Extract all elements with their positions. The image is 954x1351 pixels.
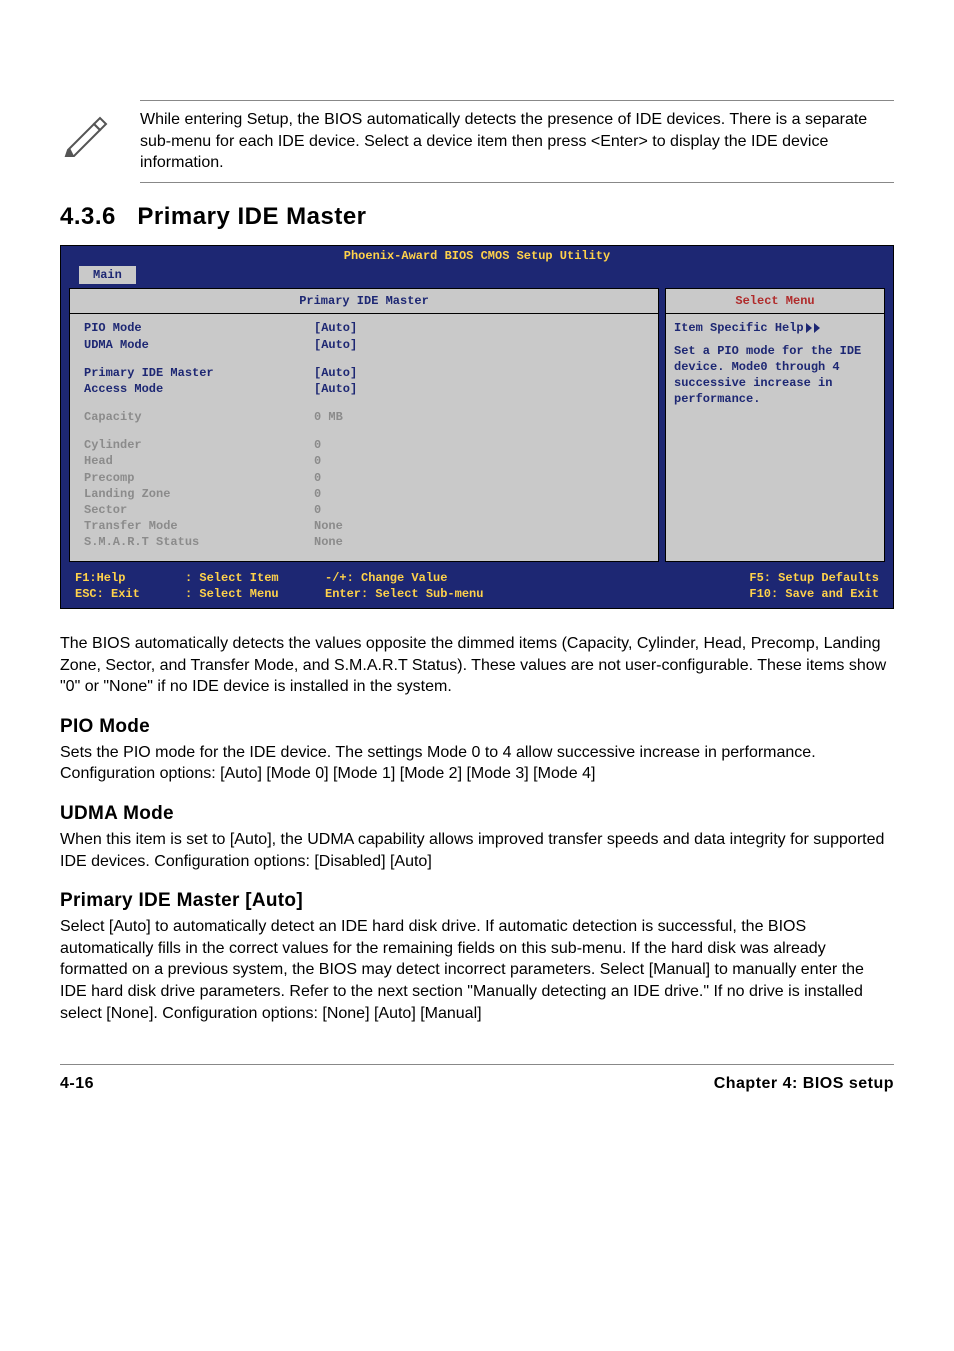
label: Landing Zone	[84, 486, 314, 502]
text-udma-mode: When this item is set to [Auto], the UDM…	[60, 829, 894, 872]
row-cylinder: Cylinder 0	[84, 437, 648, 453]
bios-utility-title: Phoenix-Award BIOS CMOS Setup Utility	[61, 246, 893, 266]
row-capacity: Capacity 0 MB	[84, 409, 648, 425]
row-access-mode[interactable]: Access Mode [Auto]	[84, 381, 648, 397]
footer-esc: ESC: Exit	[75, 586, 185, 602]
section-title: Primary IDE Master	[137, 203, 366, 230]
footer-f5: F5: Setup Defaults	[555, 570, 879, 586]
heading-primary-ide-master: Primary IDE Master [Auto]	[60, 890, 894, 912]
bios-tab-main[interactable]: Main	[79, 266, 136, 284]
value: [Auto]	[314, 365, 357, 381]
value: [Auto]	[314, 381, 357, 397]
spacer	[84, 425, 648, 437]
label: Cylinder	[84, 437, 314, 453]
row-landing-zone: Landing Zone 0	[84, 486, 648, 502]
spacer	[84, 397, 648, 409]
triangle-right-icon	[806, 323, 812, 333]
label: Access Mode	[84, 381, 314, 397]
value: 0	[314, 486, 321, 502]
bios-panel-title: Primary IDE Master	[70, 289, 658, 314]
footer-select-item: : Select Item	[185, 570, 325, 586]
value: None	[314, 518, 343, 534]
label: Precomp	[84, 470, 314, 486]
section-number: 4.3.6	[60, 203, 116, 230]
label: Head	[84, 453, 314, 469]
row-primary-ide-master[interactable]: Primary IDE Master [Auto]	[84, 365, 648, 381]
text-pio-mode: Sets the PIO mode for the IDE device. Th…	[60, 742, 894, 785]
help-heading-text: Item Specific Help	[674, 320, 804, 336]
label: Capacity	[84, 409, 314, 425]
value: 0	[314, 437, 321, 453]
bios-tabs: Main	[61, 266, 893, 288]
value: 0	[314, 453, 321, 469]
heading-udma-mode: UDMA Mode	[60, 803, 894, 825]
row-udma-mode[interactable]: UDMA Mode [Auto]	[84, 337, 648, 353]
help-heading: Item Specific Help	[674, 320, 876, 336]
footer-change-value: -/+: Change Value	[325, 570, 555, 586]
value: [Auto]	[314, 320, 357, 336]
note-block: While entering Setup, the BIOS automatic…	[60, 100, 894, 183]
label: Primary IDE Master	[84, 365, 314, 381]
row-transfer-mode: Transfer Mode None	[84, 518, 648, 534]
value: 0	[314, 502, 321, 518]
row-smart-status: S.M.A.R.T Status None	[84, 534, 648, 550]
footer-f1: F1:Help	[75, 570, 185, 586]
triangle-right-icon	[814, 323, 820, 333]
page-footer: 4-16 Chapter 4: BIOS setup	[60, 1064, 894, 1093]
page-number: 4-16	[60, 1075, 94, 1093]
row-pio-mode[interactable]: PIO Mode [Auto]	[84, 320, 648, 336]
row-head: Head 0	[84, 453, 648, 469]
bios-footer: F1:Help ESC: Exit : Select Item : Select…	[61, 568, 893, 608]
value: 0	[314, 470, 321, 486]
bios-screenshot: Phoenix-Award BIOS CMOS Setup Utility Ma…	[60, 245, 894, 609]
row-sector: Sector 0	[84, 502, 648, 518]
bios-help-panel: Select Menu Item Specific Help Set a PIO…	[665, 288, 885, 561]
footer-enter: Enter: Select Sub-menu	[325, 586, 555, 602]
section-heading: 4.3.6 Primary IDE Master	[60, 203, 894, 231]
footer-f10: F10: Save and Exit	[555, 586, 879, 602]
label: Transfer Mode	[84, 518, 314, 534]
spacer	[84, 353, 648, 365]
bios-help-title: Select Menu	[666, 289, 884, 314]
value: None	[314, 534, 343, 550]
text-primary-ide-master: Select [Auto] to automatically detect an…	[60, 916, 894, 1024]
help-text: Set a PIO mode for the IDE device. Mode0…	[674, 343, 876, 408]
pencil-icon	[60, 108, 110, 158]
chapter-label: Chapter 4: BIOS setup	[714, 1075, 894, 1093]
paragraph-intro: The BIOS automatically detects the value…	[60, 633, 894, 698]
value: [Auto]	[314, 337, 357, 353]
label: UDMA Mode	[84, 337, 314, 353]
label: S.M.A.R.T Status	[84, 534, 314, 550]
label: PIO Mode	[84, 320, 314, 336]
row-precomp: Precomp 0	[84, 470, 648, 486]
heading-pio-mode: PIO Mode	[60, 716, 894, 738]
bios-main-panel: Primary IDE Master PIO Mode [Auto] UDMA …	[69, 288, 659, 561]
value: 0 MB	[314, 409, 343, 425]
note-text: While entering Setup, the BIOS automatic…	[140, 100, 894, 183]
footer-select-menu: : Select Menu	[185, 586, 325, 602]
label: Sector	[84, 502, 314, 518]
